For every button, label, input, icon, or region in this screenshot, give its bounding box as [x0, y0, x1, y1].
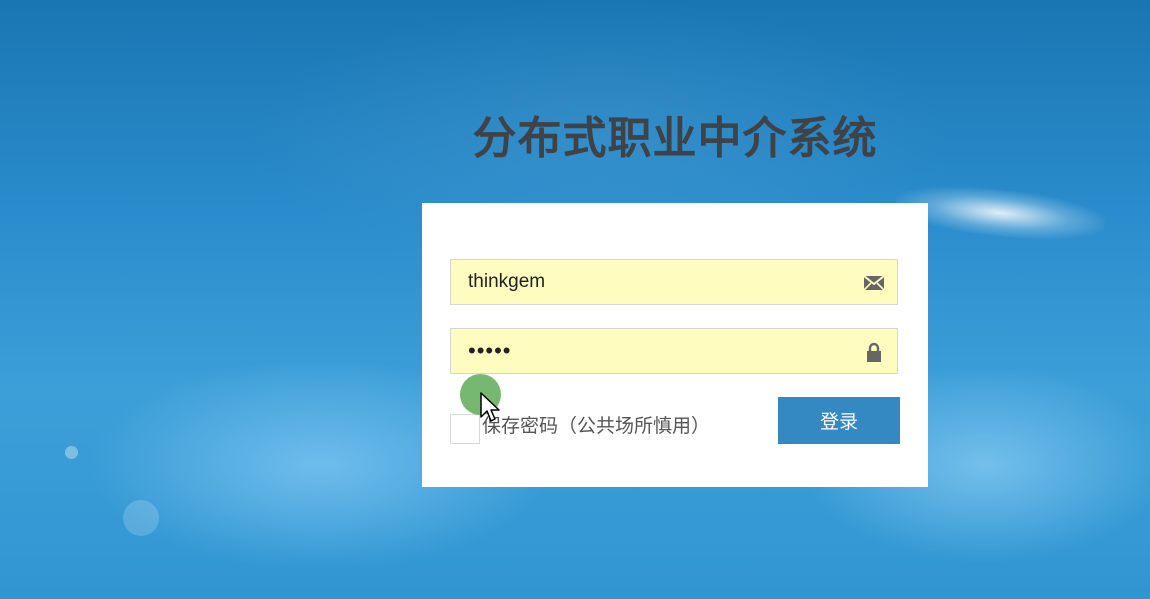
login-panel: 保存密码（公共场所慎用） 登录 — [422, 203, 928, 487]
password-field — [450, 328, 898, 374]
username-field — [450, 259, 898, 305]
login-button[interactable]: 登录 — [778, 397, 900, 444]
envelope-icon — [863, 275, 885, 291]
remember-password-label[interactable]: 保存密码（公共场所慎用） — [482, 411, 710, 438]
background-bubble — [65, 446, 78, 459]
background-bubble — [123, 500, 159, 536]
page-title: 分布式职业中介系统 — [472, 113, 878, 164]
lock-icon — [867, 342, 881, 362]
password-input[interactable] — [451, 329, 851, 373]
remember-password-checkbox[interactable] — [450, 414, 480, 444]
username-input[interactable] — [451, 260, 851, 304]
mouse-cursor-icon — [480, 392, 500, 422]
